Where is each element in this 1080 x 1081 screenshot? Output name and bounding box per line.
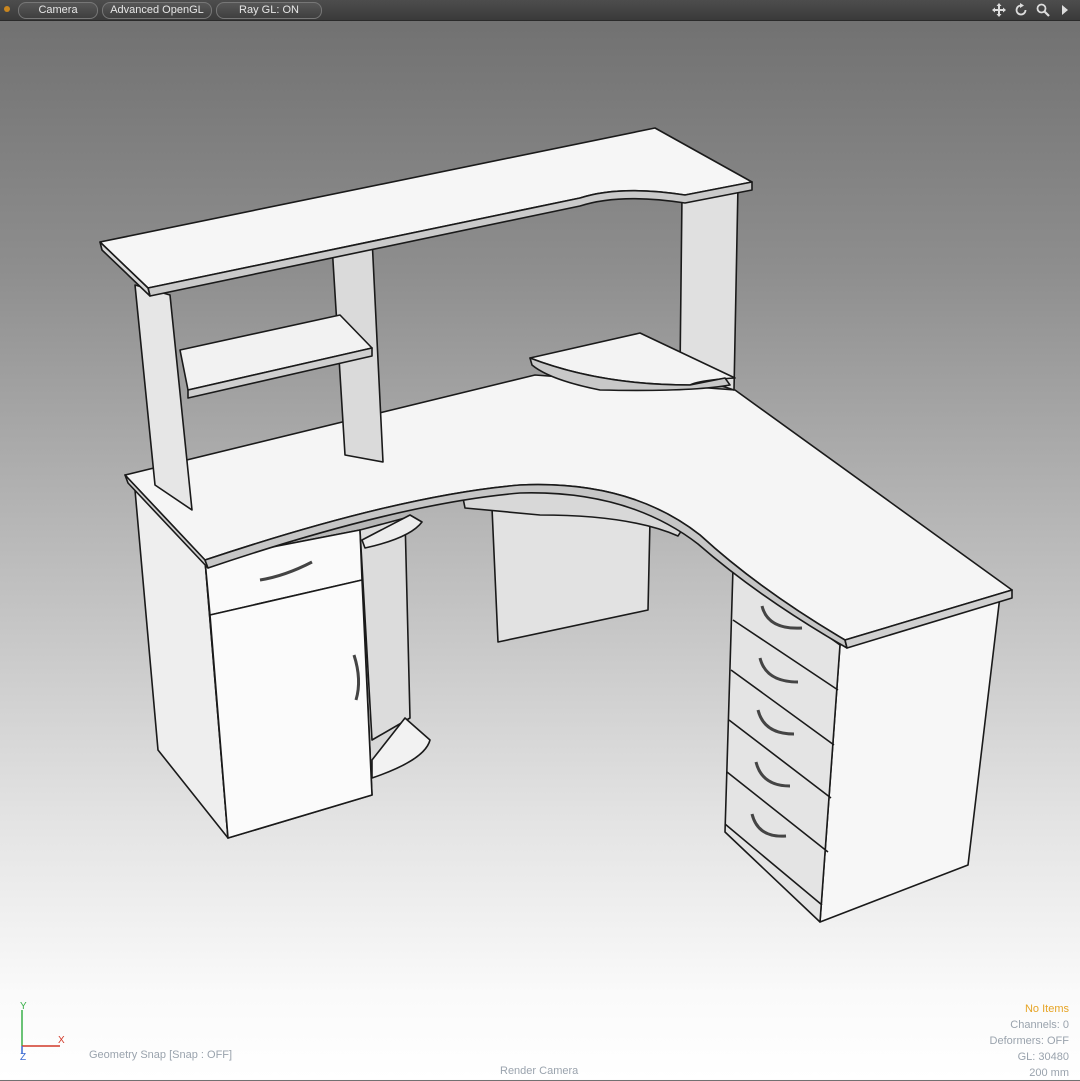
gl-poly-count: GL: 30480 (1017, 1051, 1069, 1063)
camera-button[interactable]: Camera (18, 2, 98, 19)
viewport-nav-icons (990, 1, 1074, 19)
deformers-status: Deformers: OFF (989, 1035, 1069, 1047)
selection-status: No Items (1024, 1003, 1069, 1015)
grid-scale: 200 mm (1029, 1067, 1069, 1079)
axis-gizmo: Y X Z (14, 1001, 70, 1064)
geometry-snap-status[interactable]: Geometry Snap [Snap : OFF] (89, 1049, 232, 1061)
axis-y-label: Y (20, 1001, 27, 1012)
ray-gl-button[interactable]: Ray GL: ON (216, 2, 322, 19)
corner-desk-model (99, 127, 1013, 923)
move-view-icon[interactable] (990, 1, 1008, 19)
hutch-top (99, 127, 753, 289)
menu-dot-icon[interactable] (4, 6, 10, 12)
back-support-panel (491, 507, 651, 643)
render-camera-label: Render Camera (500, 1065, 579, 1077)
viewport-stats: No Items Channels: 0 Deformers: OFF GL: … (990, 1001, 1069, 1081)
left-door (209, 579, 373, 839)
viewport-toolbar: Camera Advanced OpenGL Ray GL: ON (0, 0, 1080, 21)
axis-z-label: Z (20, 1052, 27, 1063)
advanced-opengl-button[interactable]: Advanced OpenGL (102, 2, 212, 19)
3d-viewport[interactable] (0, 21, 1080, 1080)
channels-count: Channels: 0 (1010, 1019, 1069, 1031)
zoom-view-icon[interactable] (1034, 1, 1052, 19)
expand-arrow-icon[interactable] (1056, 1, 1074, 19)
rotate-view-icon[interactable] (1012, 1, 1030, 19)
axis-x-label: X (58, 1035, 65, 1046)
